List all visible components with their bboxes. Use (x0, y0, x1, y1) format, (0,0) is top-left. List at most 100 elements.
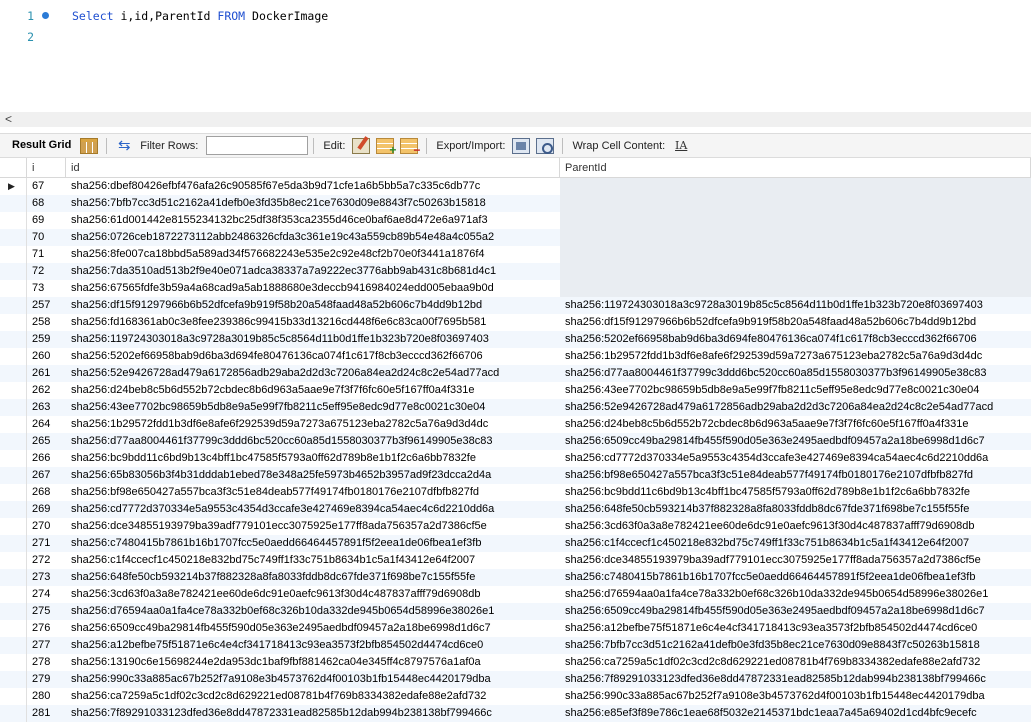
cell-id[interactable]: sha256:13190c6e15698244e2da953dc1baf9fbf… (66, 654, 560, 671)
row-selector[interactable] (0, 484, 27, 501)
cell-i[interactable]: 67 (27, 178, 66, 195)
cell-i[interactable]: 273 (27, 569, 66, 586)
row-selector[interactable] (0, 212, 27, 229)
column-header-i[interactable]: i (27, 158, 66, 178)
cell-id[interactable]: sha256:d76594aa0a1fa4ce78a332b0ef68c326b… (66, 603, 560, 620)
sql-editor[interactable]: 1 Select i,id,ParentId FROM DockerImage 2 (0, 0, 1031, 110)
cell-parentid[interactable]: sha256:648fe50cb593214b37f882328a8fa8033… (560, 501, 1031, 518)
cell-id[interactable]: sha256:648fe50cb593214b37f882328a8fa8033… (66, 569, 560, 586)
column-header-parentid[interactable]: ParentId (560, 158, 1031, 178)
row-selector[interactable] (0, 297, 27, 314)
row-selector[interactable] (0, 280, 27, 297)
cell-id[interactable]: sha256:990c33a885ac67b252f7a9108e3b45737… (66, 671, 560, 688)
cell-id[interactable]: sha256:df15f91297966b6b52dfcefa9b919f58b… (66, 297, 560, 314)
row-selector[interactable] (0, 365, 27, 382)
cell-i[interactable]: 69 (27, 212, 66, 229)
add-row-icon[interactable] (376, 137, 396, 157)
cell-id[interactable]: sha256:52e9426728ad479a6172856adb29aba2d… (66, 365, 560, 382)
cell-parentid[interactable]: sha256:d24beb8c5b6d552b72cbdec8b6d963a5a… (560, 416, 1031, 433)
cell-i[interactable]: 275 (27, 603, 66, 620)
table-row[interactable]: 281 sha256:7f89291033123dfed36e8dd4787233… (0, 705, 1031, 722)
cell-i[interactable]: 271 (27, 535, 66, 552)
row-selector[interactable] (0, 229, 27, 246)
cell-id[interactable]: sha256:d24beb8c5b6d552b72cbdec8b6d963a5a… (66, 382, 560, 399)
row-selector[interactable] (0, 195, 27, 212)
row-selector[interactable] (0, 433, 27, 450)
row-selector[interactable] (0, 331, 27, 348)
result-grid[interactable]: i id ParentId ▶ 67 sha256:dbef80426efbf476… (0, 158, 1031, 725)
editor-horizontal-scrollbar[interactable]: < (0, 112, 1031, 127)
cell-i[interactable]: 259 (27, 331, 66, 348)
table-row[interactable]: 265 sha256:d77aa8004461f37799c3ddd6bc520c… (0, 433, 1031, 450)
cell-parentid[interactable]: sha256:d77aa8004461f37799c3ddd6bc520cc60… (560, 365, 1031, 382)
table-row[interactable]: 266 sha256:bc9bdd11c6bd9b13c4bff1bc47585f… (0, 450, 1031, 467)
import-icon[interactable] (536, 137, 555, 154)
table-row[interactable]: 262 sha256:d24beb8c5b6d552b72cbdec8b6d963… (0, 382, 1031, 399)
cell-id[interactable]: sha256:3cd63f0a3a8e782421ee60de6dc91e0ae… (66, 586, 560, 603)
cell-parentid[interactable]: sha256:bf98e650427a557bca3f3c51e84deab57… (560, 467, 1031, 484)
table-row[interactable]: 278 sha256:13190c6e15698244e2da953dc1baf9… (0, 654, 1031, 671)
row-selector[interactable] (0, 603, 27, 620)
cell-parentid[interactable]: sha256:7f89291033123dfed36e8dd47872331ea… (560, 671, 1031, 688)
cell-parentid[interactable]: sha256:6509cc49ba29814fb455f590d05e363e2… (560, 603, 1031, 620)
scroll-left-arrow-icon[interactable]: < (5, 112, 12, 127)
cell-parentid[interactable]: sha256:6509cc49ba29814fb455f590d05e363e2… (560, 433, 1031, 450)
table-row[interactable]: 267 sha256:65b83056b3f4b31dddab1ebed78e34… (0, 467, 1031, 484)
cell-parentid[interactable] (560, 178, 1031, 195)
table-row[interactable]: 71 sha256:8fe007ca18bbd5a589ad34f57668224… (0, 246, 1031, 263)
cell-i[interactable]: 280 (27, 688, 66, 705)
cell-parentid[interactable]: sha256:119724303018a3c9728a3019b85c5c856… (560, 297, 1031, 314)
cell-i[interactable]: 263 (27, 399, 66, 416)
row-selector[interactable] (0, 569, 27, 586)
cell-i[interactable]: 71 (27, 246, 66, 263)
table-row[interactable]: 73 sha256:67565fdfe3b59a4a68cad9a5ab18886… (0, 280, 1031, 297)
cell-id[interactable]: sha256:65b83056b3f4b31dddab1ebed78e348a2… (66, 467, 560, 484)
cell-i[interactable]: 274 (27, 586, 66, 603)
row-selector[interactable] (0, 314, 27, 331)
column-header-id[interactable]: id (66, 158, 560, 178)
table-row[interactable]: 270 sha256:dce34855193979ba39adf779101ecc… (0, 518, 1031, 535)
cell-i[interactable]: 264 (27, 416, 66, 433)
edit-cell-icon[interactable] (352, 137, 371, 154)
cell-id[interactable]: sha256:67565fdfe3b59a4a68cad9a5ab1888680… (66, 280, 560, 297)
cell-id[interactable]: sha256:43ee7702bc98659b5db8e9a5e99f7fb82… (66, 399, 560, 416)
cell-id[interactable]: sha256:d77aa8004461f37799c3ddd6bc520cc60… (66, 433, 560, 450)
cell-id[interactable]: sha256:dce34855193979ba39adf779101ecc307… (66, 518, 560, 535)
table-row[interactable]: 280 sha256:ca7259a5c1df02c3cd2c8d629221ed… (0, 688, 1031, 705)
cell-id[interactable]: sha256:bf98e650427a557bca3f3c51e84deab57… (66, 484, 560, 501)
cell-parentid[interactable]: sha256:e85ef3f89e786c1eae68f5032e2145371… (560, 705, 1031, 722)
row-selector[interactable] (0, 586, 27, 603)
cell-id[interactable]: sha256:1b29572fdd1b3df6e8afe6f292539d59a… (66, 416, 560, 433)
cell-parentid[interactable]: sha256:7bfb7cc3d51c2162a41defb0e3fd35b8e… (560, 637, 1031, 654)
row-selector[interactable]: ▶ (0, 178, 27, 195)
cell-id[interactable]: sha256:ca7259a5c1df02c3cd2c8d629221ed087… (66, 688, 560, 705)
cell-id[interactable]: sha256:bc9bdd11c6bd9b13c4bff1bc47585f579… (66, 450, 560, 467)
cell-i[interactable]: 266 (27, 450, 66, 467)
table-row[interactable]: 263 sha256:43ee7702bc98659b5db8e9a5e99f7f… (0, 399, 1031, 416)
row-selector[interactable] (0, 637, 27, 654)
table-row[interactable]: ▶ 67 sha256:dbef80426efbf476afa26c90585f67… (0, 178, 1031, 195)
cell-parentid[interactable]: sha256:1b29572fdd1b3df6e8afe6f292539d59a… (560, 348, 1031, 365)
cell-parentid[interactable]: sha256:bc9bdd11c6bd9b13c4bff1bc47585f579… (560, 484, 1031, 501)
row-selector[interactable] (0, 620, 27, 637)
table-row[interactable]: 258 sha256:fd168361ab0c3e8fee239386c99415… (0, 314, 1031, 331)
table-row[interactable]: 260 sha256:5202ef66958bab9d6ba3d694fe8047… (0, 348, 1031, 365)
row-selector[interactable] (0, 382, 27, 399)
cell-i[interactable]: 68 (27, 195, 66, 212)
cell-id[interactable]: sha256:0726ceb1872273112abb2486326cfda3c… (66, 229, 560, 246)
cell-parentid[interactable]: sha256:c1f4ccecf1c450218e832bd75c749ff1f… (560, 535, 1031, 552)
cell-id[interactable]: sha256:cd7772d370334e5a9553c4354d3ccafe3… (66, 501, 560, 518)
cell-id[interactable]: sha256:6509cc49ba29814fb455f590d05e363e2… (66, 620, 560, 637)
wrap-cell-icon[interactable]: IA (672, 138, 690, 154)
table-row[interactable]: 72 sha256:7da3510ad513b2f9e40e071adca3833… (0, 263, 1031, 280)
cell-parentid[interactable]: sha256:df15f91297966b6b52dfcefa9b919f58b… (560, 314, 1031, 331)
cell-i[interactable]: 268 (27, 484, 66, 501)
table-row[interactable]: 277 sha256:a12befbe75f51871e6c4e4cf341718… (0, 637, 1031, 654)
table-row[interactable]: 269 sha256:cd7772d370334e5a9553c4354d3cca… (0, 501, 1031, 518)
cell-i[interactable]: 265 (27, 433, 66, 450)
row-selector[interactable] (0, 246, 27, 263)
cell-i[interactable]: 258 (27, 314, 66, 331)
row-selector[interactable] (0, 450, 27, 467)
cell-parentid[interactable]: sha256:dce34855193979ba39adf779101ecc307… (560, 552, 1031, 569)
cell-i[interactable]: 279 (27, 671, 66, 688)
